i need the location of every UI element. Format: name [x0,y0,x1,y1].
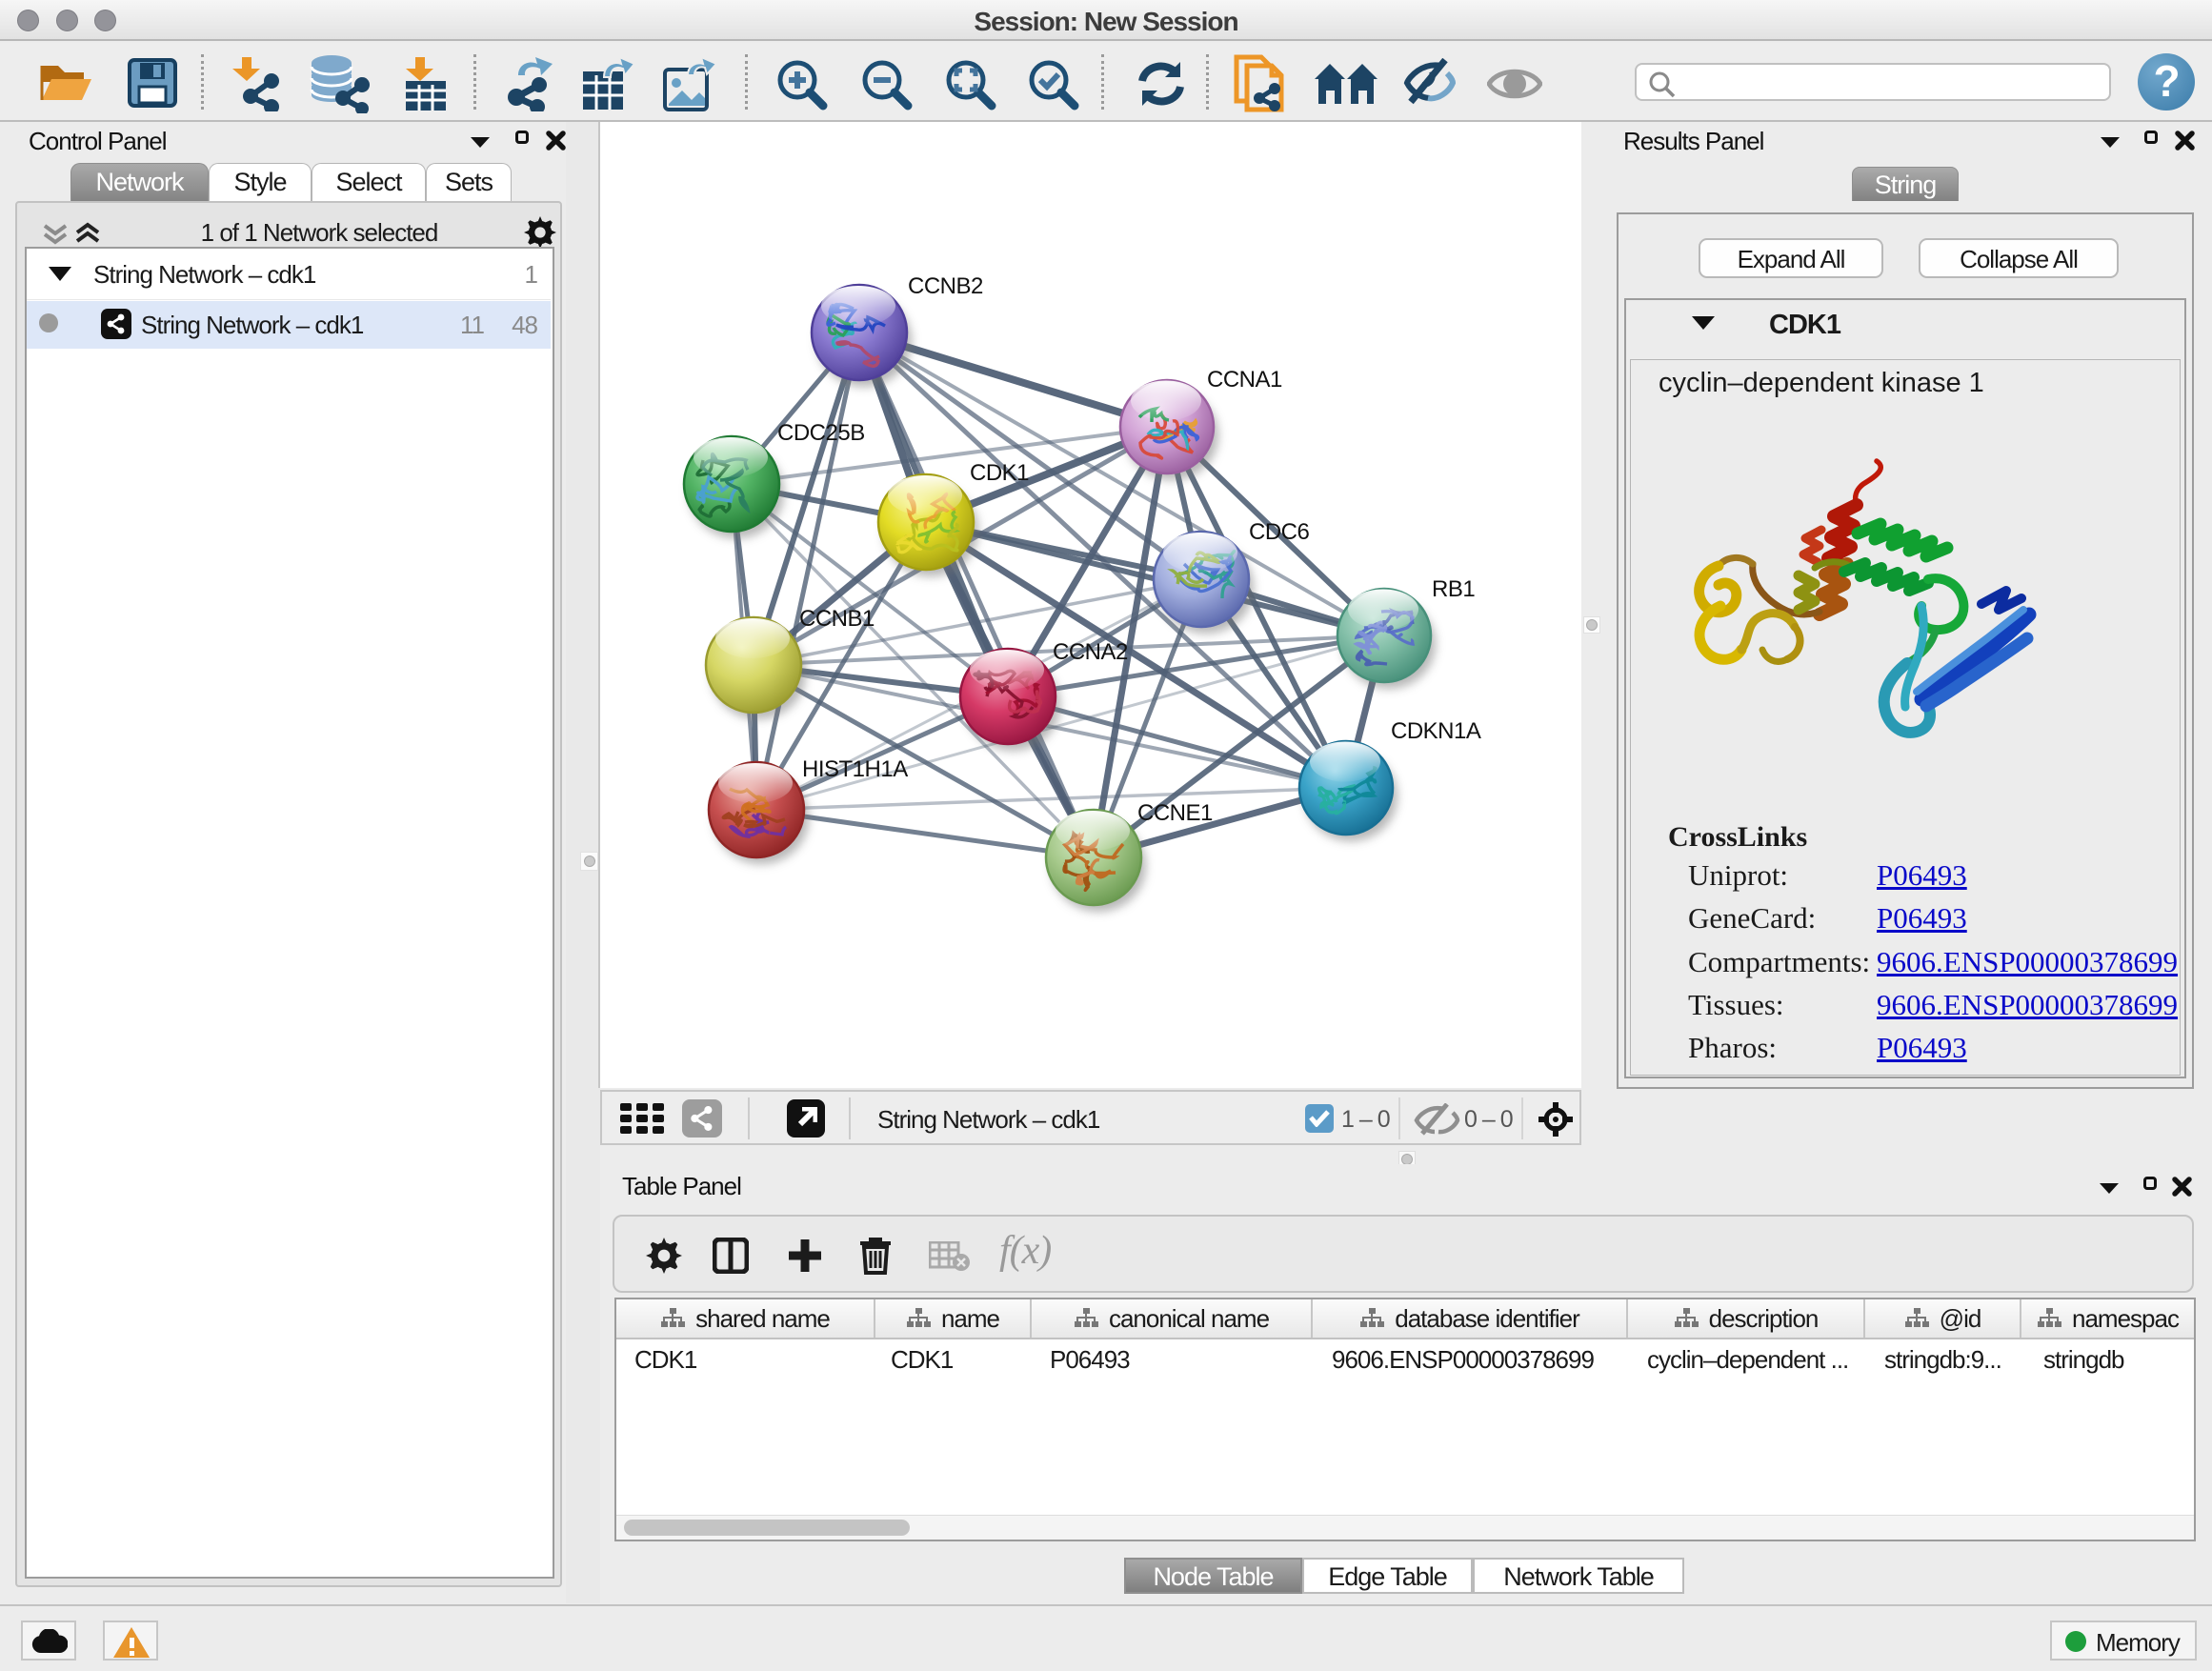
svg-text:RB1: RB1 [1432,576,1475,602]
svg-text:HIST1H1A: HIST1H1A [802,756,908,782]
svg-text:CCNB2: CCNB2 [908,273,983,299]
svg-text:CCNA1: CCNA1 [1207,367,1282,393]
svg-text:CCNA2: CCNA2 [1053,639,1128,665]
svg-text:CCNE1: CCNE1 [1137,800,1213,826]
svg-text:CDC6: CDC6 [1249,519,1309,545]
svg-text:CDKN1A: CDKN1A [1391,718,1481,744]
svg-text:CCNB1: CCNB1 [799,606,875,632]
svg-text:CDK1: CDK1 [970,460,1029,486]
svg-text:CDC25B: CDC25B [777,420,865,446]
